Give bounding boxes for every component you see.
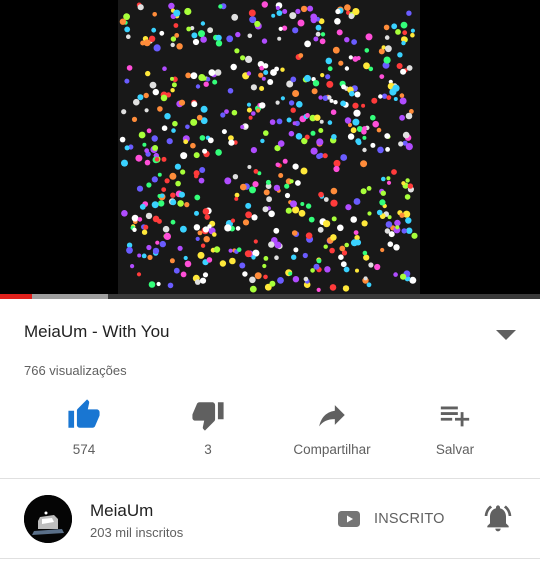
playlist-add-icon bbox=[440, 406, 470, 427]
video-title: MeiaUm - With You bbox=[24, 322, 170, 341]
channel-name[interactable]: MeiaUm bbox=[90, 501, 153, 521]
video-frame bbox=[118, 0, 420, 294]
share-icon bbox=[319, 405, 345, 427]
view-count: 766 visualizações bbox=[24, 363, 127, 378]
share-label: Compartilhar bbox=[293, 442, 371, 457]
save-button[interactable]: Salvar bbox=[405, 392, 505, 468]
divider bbox=[0, 558, 540, 559]
save-label: Salvar bbox=[435, 442, 475, 457]
divider bbox=[0, 478, 540, 479]
like-count: 574 bbox=[72, 442, 96, 457]
video-title-row[interactable]: MeiaUm - With You bbox=[24, 318, 520, 348]
notification-bell-icon[interactable] bbox=[482, 502, 514, 534]
chevron-down-icon[interactable] bbox=[496, 330, 516, 340]
video-player[interactable] bbox=[0, 0, 540, 299]
channel-avatar[interactable] bbox=[24, 495, 72, 543]
avatar-art-icon bbox=[24, 495, 72, 543]
channel-row: MeiaUm 203 mil inscritos INSCRITO bbox=[0, 480, 540, 558]
share-button[interactable]: Compartilhar bbox=[282, 392, 382, 468]
progress-played bbox=[0, 294, 33, 299]
subscribe-label: INSCRITO bbox=[374, 511, 445, 527]
like-button[interactable]: 574 bbox=[34, 392, 134, 468]
youtube-icon bbox=[338, 511, 360, 527]
thumbs-down-icon bbox=[192, 402, 224, 431]
subscriber-count: 203 mil inscritos bbox=[90, 525, 184, 540]
thumbs-up-icon bbox=[68, 399, 100, 428]
video-thumbnail-art bbox=[119, 1, 418, 293]
action-bar: 574 3 Compartilhar Salvar bbox=[0, 392, 540, 472]
dislike-button[interactable]: 3 bbox=[158, 392, 258, 468]
progress-bar[interactable] bbox=[0, 294, 540, 299]
dislike-count: 3 bbox=[204, 442, 212, 457]
